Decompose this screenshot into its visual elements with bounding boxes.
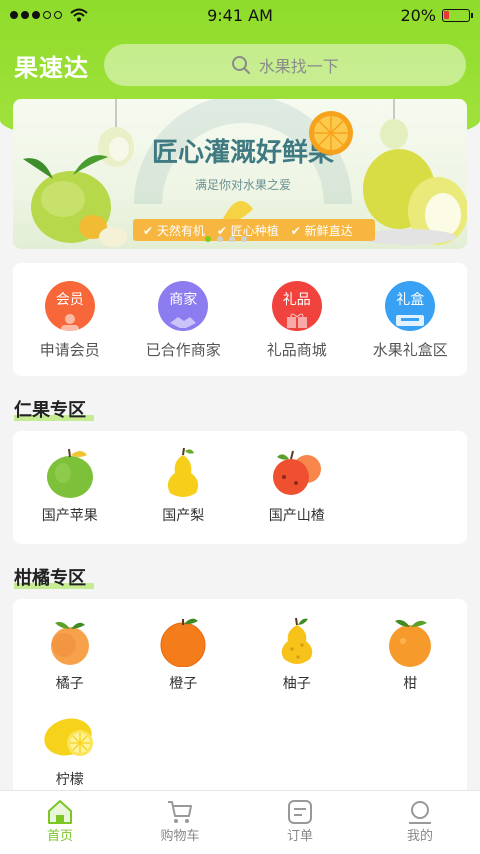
tab-label: 首页 (46, 829, 73, 844)
product-label: 橙子 (169, 676, 198, 692)
product-label: 国产山楂 (268, 508, 325, 524)
section-title-pome: 仁果专区 (14, 396, 94, 422)
product-label: 柠檬 (55, 772, 84, 788)
quick-item-gift[interactable]: 礼品 礼品商城 (240, 263, 354, 376)
status-time: 9:41 AM (207, 5, 273, 25)
pagination-dot[interactable] (205, 236, 211, 242)
tangerine-icon (50, 621, 89, 665)
hawthorn-icon (272, 450, 321, 495)
pomelo-icon (281, 617, 312, 664)
product-label: 国产梨 (162, 508, 205, 524)
search-input[interactable]: 水果找一下 (103, 44, 466, 86)
tab-orders[interactable]: 订单 (240, 791, 360, 854)
banner-tag: ✔ 新鲜直达 (290, 223, 353, 238)
bottom-tab-bar: 首页 购物车 订单 我的 (0, 790, 480, 854)
product-label: 柑 (403, 676, 418, 692)
quick-item-merchant[interactable]: 商家 已合作商家 (127, 263, 241, 376)
brand-logo: 果速达 (14, 53, 89, 82)
quick-label: 水果礼盒区 (372, 341, 448, 359)
tab-cart[interactable]: 购物车 (120, 791, 240, 854)
home-icon (48, 800, 72, 824)
search-placeholder: 水果找一下 (258, 57, 339, 76)
pome-section: 国产苹果 国产梨 国产山楂 (13, 431, 467, 544)
quick-label: 礼品商城 (266, 341, 327, 359)
citrus-section: 橘子 橙子 柚子 柑 柠檬 (13, 599, 467, 799)
handshake-icon: 商家 (158, 281, 209, 331)
pagination-dot[interactable] (217, 236, 223, 242)
top-header: 果速达 水果找一下 (0, 42, 480, 88)
pear-icon (168, 447, 199, 497)
banner-pagination (205, 236, 247, 242)
product-item[interactable]: 柚子 (240, 615, 354, 693)
orange-icon (160, 618, 206, 667)
quick-item-giftbox[interactable]: 礼盒 水果礼盒区 (354, 263, 468, 376)
product-item[interactable]: 柑 (354, 615, 468, 693)
product-label: 橘子 (55, 676, 84, 692)
section-title-citrus: 柑橘专区 (14, 564, 94, 590)
quick-badge: 商家 (169, 292, 198, 308)
tab-label: 购物车 (160, 829, 200, 844)
tab-profile[interactable]: 我的 (360, 791, 480, 854)
quick-badge: 礼品 (282, 292, 311, 308)
giftbox-icon: 礼盒 (385, 281, 436, 331)
tab-label: 我的 (406, 829, 433, 844)
battery-icon (442, 8, 473, 22)
apple-icon (46, 448, 93, 498)
gift-icon: 礼品 (271, 281, 322, 331)
product-item[interactable]: 橘子 (13, 615, 127, 693)
quick-badge: 礼盒 (396, 292, 425, 308)
product-item[interactable]: 国产苹果 (13, 447, 127, 525)
tab-label: 订单 (286, 829, 313, 844)
banner-subtitle: 满足你对水果之爱 (195, 178, 291, 192)
search-icon (231, 56, 250, 74)
profile-icon (409, 801, 431, 824)
pagination-dot[interactable] (229, 236, 235, 242)
quick-menu: 会员 申请会员 商家 已合作商家 礼品 礼品商城 礼盒 水果礼盒区 (13, 263, 467, 376)
quick-label: 申请会员 (39, 341, 100, 359)
product-label: 柚子 (282, 676, 311, 692)
product-item[interactable]: 国产山楂 (240, 447, 354, 525)
cart-icon (168, 801, 192, 823)
banner-tags: ✔ 天然有机 ✔ 匠心种植 ✔ 新鲜直达 (133, 219, 375, 241)
promo-banner[interactable]: 匠心灌溉好鲜果 满足你对水果之爱 ✔ 天然有机 ✔ 匠心种植 ✔ 新鲜直达 (13, 99, 467, 249)
product-item[interactable]: 柠檬 (13, 711, 127, 789)
order-icon (288, 800, 312, 824)
status-bar: 9:41 AM 20% (0, 0, 480, 30)
lemon-icon (44, 718, 93, 756)
mandarin-icon (389, 619, 432, 667)
pagination-dot[interactable] (241, 236, 247, 242)
product-label: 国产苹果 (41, 508, 98, 524)
tab-home[interactable]: 首页 (0, 791, 120, 854)
product-item[interactable]: 国产梨 (127, 447, 241, 525)
quick-item-member[interactable]: 会员 申请会员 (13, 263, 127, 376)
member-icon: 会员 (44, 281, 95, 331)
quick-label: 已合作商家 (145, 341, 221, 359)
banner-tag: ✔ 天然有机 (143, 223, 205, 238)
banner-title: 匠心灌溉好鲜果 (152, 138, 334, 168)
quick-badge: 会员 (55, 292, 84, 308)
product-item[interactable]: 橙子 (127, 615, 241, 693)
